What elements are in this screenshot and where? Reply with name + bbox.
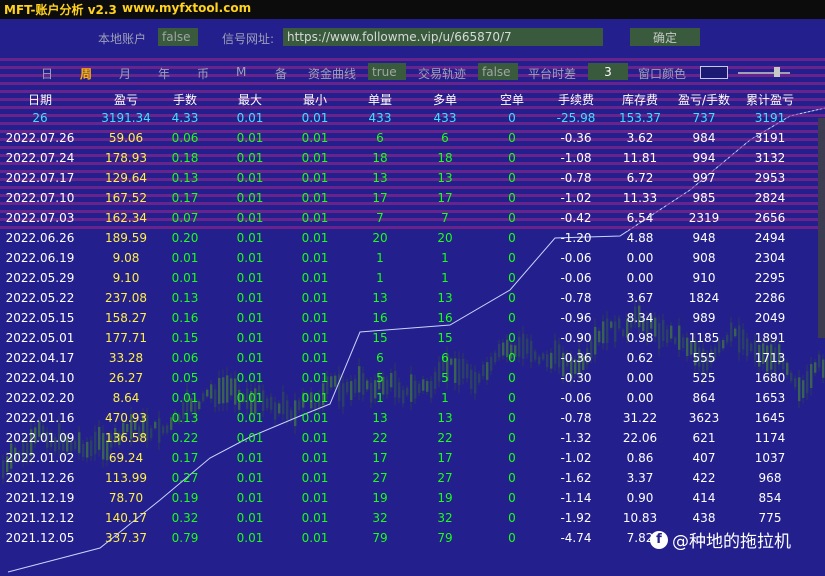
period-backup[interactable]: 备: [275, 65, 287, 82]
watermark: f @种地的拖拉机: [650, 527, 791, 552]
opacity-slider-track[interactable]: [738, 72, 790, 74]
row-3-cum-pnl: 2824: [754, 191, 786, 205]
row-2-date: 2022.07.17: [5, 171, 75, 185]
row-7-date: 2022.05.29: [5, 271, 75, 285]
row-6-date: 2022.06.19: [5, 251, 75, 265]
candle-body: [810, 364, 813, 389]
row-18-date: 2021.12.19: [5, 491, 75, 505]
row-9-cum-pnl: 2049: [754, 311, 786, 325]
local-account-toggle[interactable]: false: [158, 28, 198, 46]
row-0-date: 2022.07.26: [5, 131, 75, 145]
platform-offset-input[interactable]: 3: [588, 63, 628, 80]
period-month[interactable]: 月: [119, 65, 131, 82]
window-color-label: 窗口颜色: [638, 67, 687, 81]
right-scrollbar[interactable]: [818, 118, 825, 338]
equity-curve-label: 资金曲线: [308, 67, 357, 81]
period-week[interactable]: 周: [80, 65, 92, 82]
candle-body: [82, 443, 85, 457]
confirm-button[interactable]: 确定: [630, 28, 700, 46]
row-8-date: 2022.05.22: [5, 291, 75, 305]
opacity-slider-thumb[interactable]: [774, 67, 780, 77]
row-4-date: 2022.07.03: [5, 211, 75, 225]
equity-curve-toggle[interactable]: true: [368, 63, 406, 80]
row-16-cum-pnl: 1037: [754, 451, 786, 465]
platform-offset-label: 平台时差: [528, 67, 577, 81]
row-10-date: 2022.05.01: [5, 331, 75, 345]
header-date: 日期: [27, 93, 52, 107]
header-cum-pnl: 累计盈亏: [745, 93, 794, 107]
app-title: MFT-账户分析 v2.3: [4, 3, 117, 17]
watermark-text: @种地的拖拉机: [672, 532, 791, 552]
period-currency[interactable]: 币: [197, 65, 209, 82]
row-12-date: 2022.04.10: [5, 371, 75, 385]
row-11-date: 2022.04.17: [5, 351, 75, 365]
candle-body: [814, 362, 817, 373]
row-10-cum-pnl: 1891: [754, 331, 786, 345]
row-13-cum-pnl: 1653: [754, 391, 786, 405]
candle-body: [818, 354, 821, 368]
row-18-cum-pnl: 854: [758, 491, 782, 505]
row-19-cum-pnl: 775: [758, 511, 782, 525]
summary-cum-pnl: 3191: [754, 111, 786, 125]
period-year[interactable]: 年: [158, 65, 170, 82]
title-bar: MFT-账户分析 v2.3 www.myfxtool.com: [0, 0, 825, 19]
row-1-cum-pnl: 3132: [754, 151, 786, 165]
row-3-date: 2022.07.10: [5, 191, 75, 205]
row-20-date: 2021.12.05: [5, 531, 75, 545]
row-8-cum-pnl: 2286: [754, 291, 786, 305]
row-15-date: 2022.01.09: [5, 431, 75, 445]
period-day[interactable]: 日: [41, 65, 53, 82]
row-5-cum-pnl: 2494: [754, 231, 786, 245]
row-15-cum-pnl: 1174: [754, 431, 786, 445]
trade-track-toggle[interactable]: false: [478, 63, 518, 80]
app-url[interactable]: www.myfxtool.com: [122, 1, 251, 15]
facebook-icon: f: [650, 530, 668, 549]
row-13-date: 2022.02.20: [5, 391, 75, 405]
row-17-date: 2021.12.26: [5, 471, 75, 485]
row-16-date: 2022.01.02: [5, 451, 75, 465]
row-14-date: 2022.01.16: [5, 411, 75, 425]
row-14-cum-pnl: 1645: [754, 411, 786, 425]
row-17-cum-pnl: 968: [758, 471, 782, 485]
local-account-label: 本地账户: [98, 32, 147, 46]
row-5-date: 2022.06.26: [5, 231, 75, 245]
trade-track-label: 交易轨迹: [418, 67, 467, 81]
window-color-swatch[interactable]: [700, 66, 728, 79]
period-m[interactable]: M: [236, 65, 246, 79]
row-2-cum-pnl: 2953: [754, 171, 786, 185]
signal-url-label: 信号网址:: [222, 32, 275, 46]
row-11-cum-pnl: 1713: [754, 351, 786, 365]
row-12-cum-pnl: 1680: [754, 371, 786, 385]
row-9-date: 2022.05.15: [5, 311, 75, 325]
row-19-date: 2021.12.12: [5, 511, 75, 525]
signal-url-input[interactable]: https://www.followme.vip/u/665870/7: [283, 28, 603, 46]
candle-body: [822, 359, 825, 378]
row-7-cum-pnl: 2295: [754, 271, 786, 285]
row-4-cum-pnl: 2656: [754, 211, 786, 225]
row-6-cum-pnl: 2304: [754, 251, 786, 265]
summary-date: 26: [32, 111, 48, 125]
row-1-date: 2022.07.24: [5, 151, 75, 165]
row-0-cum-pnl: 3191: [754, 131, 786, 145]
